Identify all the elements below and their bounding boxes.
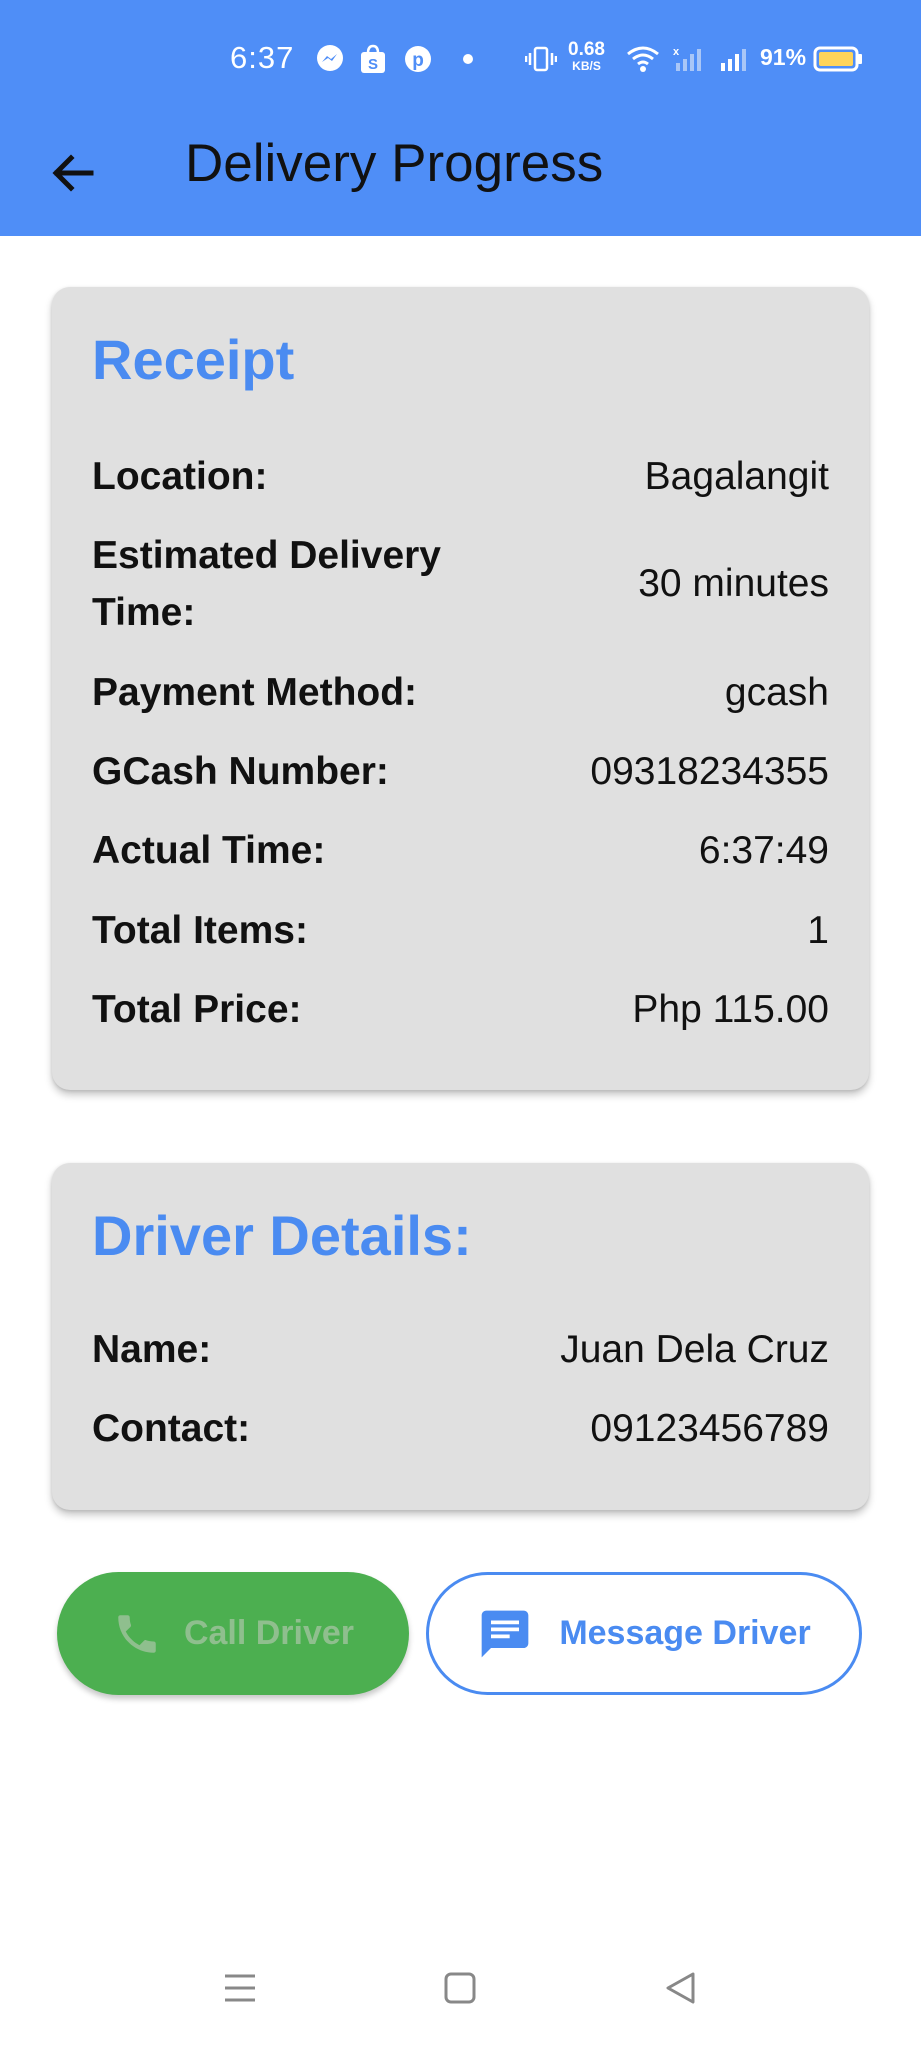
system-nav-bar [0, 1950, 921, 2030]
receipt-row-actual-time: Actual Time: 6:37:49 [92, 822, 829, 879]
row-label: Payment Method: [92, 671, 418, 714]
row-value: 09123456789 [590, 1406, 829, 1450]
driver-row-name: Name: Juan Dela Cruz [92, 1321, 829, 1378]
row-value: 6:37:49 [698, 828, 829, 872]
receipt-row-estimated-time: Estimated Delivery Time: 30 minutes [92, 527, 829, 641]
home-square-icon [444, 1972, 476, 2004]
header: 6:37 S p 0.68 KB/S x 91% Delivery Progre… [0, 0, 921, 236]
home-button[interactable] [430, 1958, 490, 2018]
driver-row-contact: Contact: 09123456789 [92, 1400, 829, 1457]
vibrate-icon [524, 44, 558, 74]
message-driver-button[interactable]: Message Driver [426, 1572, 862, 1695]
driver-card: Driver Details: Name: Juan Dela Cruz Con… [52, 1163, 869, 1510]
svg-text:x: x [673, 46, 680, 58]
row-label: Total Items: [92, 909, 308, 952]
page-title: Delivery Progress [185, 134, 604, 193]
menu-button[interactable] [210, 1958, 270, 2018]
row-label: Name: [92, 1328, 212, 1371]
battery-icon [812, 44, 864, 74]
messenger-icon [314, 44, 346, 74]
shopee-icon: S [358, 44, 388, 74]
arrow-back-icon [52, 154, 94, 192]
net-speed: 0.68 KB/S [568, 39, 605, 73]
phone-icon [118, 1614, 156, 1653]
row-value: Php 115.00 [632, 987, 829, 1031]
wifi-icon [625, 44, 661, 74]
call-driver-button[interactable]: Call Driver [57, 1572, 409, 1695]
row-label: Actual Time: [92, 829, 326, 872]
receipt-row-location: Location: Bagalangit [92, 448, 829, 505]
row-label: Location: [92, 455, 268, 498]
row-label: Estimated Delivery Time: [92, 534, 442, 634]
receipt-title: Receipt [92, 328, 295, 391]
row-label: Contact: [92, 1407, 251, 1450]
signal-off-icon: x [670, 44, 708, 74]
receipt-row-total-items: Total Items: 1 [92, 902, 829, 959]
back-triangle-icon [666, 1972, 695, 2004]
signal-icon [717, 44, 755, 74]
svg-text:S: S [368, 56, 378, 73]
row-value: 1 [807, 908, 829, 952]
back-nav-button[interactable] [650, 1958, 710, 2018]
row-label: GCash Number: [92, 750, 389, 793]
receipt-card: Receipt Location: Bagalangit Estimated D… [52, 287, 869, 1090]
row-value: Bagalangit [644, 454, 829, 498]
driver-title: Driver Details: [92, 1204, 472, 1267]
receipt-row-payment-method: Payment Method: gcash [92, 664, 829, 721]
message-driver-label: Message Driver [559, 1614, 811, 1652]
call-driver-label: Call Driver [183, 1614, 355, 1652]
row-value: gcash [724, 670, 829, 714]
pinterest-icon: p [403, 44, 433, 74]
svg-text:p: p [412, 50, 424, 71]
row-value: Juan Dela Cruz [560, 1327, 829, 1371]
receipt-row-gcash-number: GCash Number: 09318234355 [92, 743, 829, 800]
row-value: 30 minutes [638, 562, 829, 605]
app-bar: Delivery Progress [0, 118, 921, 236]
row-value: 09318234355 [590, 749, 829, 793]
dot-icon [460, 44, 476, 74]
back-button[interactable] [40, 140, 106, 206]
message-icon [481, 1610, 529, 1657]
battery-percent: 91% [760, 44, 807, 70]
menu-icon [225, 1974, 255, 2002]
receipt-row-total-price: Total Price: Php 115.00 [92, 981, 829, 1038]
status-time: 6:37 [230, 40, 295, 75]
row-label: Total Price: [92, 988, 302, 1031]
status-bar: 6:37 S p 0.68 KB/S x 91% [0, 0, 921, 118]
